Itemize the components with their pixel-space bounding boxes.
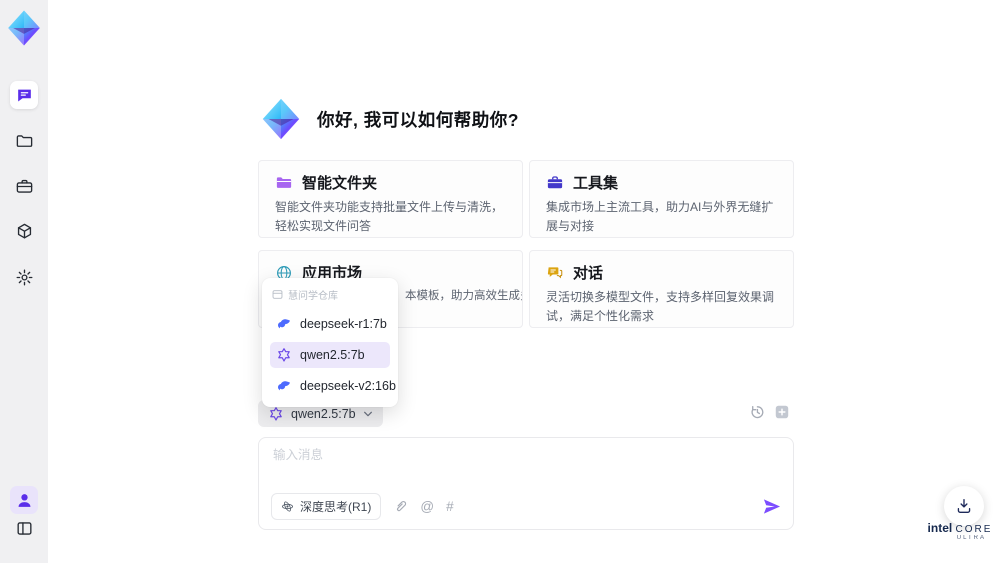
download-icon [957, 499, 971, 513]
chevron-down-icon [363, 411, 372, 416]
deep-think-label: 深度思考(R1) [300, 500, 372, 514]
chat-bubble-icon [547, 266, 563, 278]
deepseek-logo [277, 319, 290, 329]
card-title: 工具集 [573, 175, 619, 192]
model-option-deepseek-r1[interactable]: deepseek-r1:7b [270, 311, 390, 337]
panel-icon [16, 521, 32, 535]
hash-icon[interactable]: # [446, 500, 454, 514]
deep-think-toggle[interactable]: 深度思考(R1) [271, 493, 382, 520]
card-description: 集成市场上主流工具，助力AI与外界无缝扩展与对接 [546, 200, 774, 233]
send-icon [763, 499, 781, 514]
card-toolset[interactable]: 工具集 集成市场上主流工具，助力AI与外界无缝扩展与对接 [529, 160, 794, 238]
model-dropdown: 慧问学仓库 deepseek-r1:7b qwen2.5:7b deepseek… [262, 278, 398, 407]
model-option-qwen[interactable]: qwen2.5:7b [270, 342, 390, 368]
composer-toolbar: 深度思考(R1) @ # [271, 493, 781, 520]
card-description: 智能文件夹功能支持批量文件上传与清洗，轻松实现文件问答 [275, 200, 504, 233]
model-option-label: deepseek-v2:16b [300, 379, 396, 393]
ultra-label: ULTRA [956, 535, 986, 541]
sidebar-item-collapse[interactable] [10, 514, 38, 542]
cube-icon [17, 223, 31, 239]
send-button[interactable] [762, 497, 781, 516]
app-logo-icon [8, 10, 40, 46]
core-wordmark: CORE [955, 524, 993, 535]
message-composer: 深度思考(R1) @ # [258, 437, 794, 530]
model-repo-header: 慧问学仓库 [270, 284, 390, 306]
sidebar-item-account[interactable] [10, 486, 38, 514]
card-dialogue[interactable]: 对话 灵活切换多模型文件，支持多样回复效果调试，满足个性化需求 [529, 250, 794, 328]
atom-icon [282, 501, 293, 512]
sidebar-item-toolset[interactable] [10, 172, 38, 200]
gear-icon [16, 269, 32, 285]
chat-icon [17, 89, 31, 101]
intel-wordmark: intel [927, 521, 953, 535]
user-icon [18, 493, 30, 507]
sidebar-item-settings[interactable] [10, 263, 38, 291]
qwen-logo [278, 348, 290, 362]
model-option-label: deepseek-r1:7b [300, 317, 387, 331]
qwen-logo [270, 406, 282, 421]
briefcase-icon [547, 175, 563, 188]
intel-core-logo: intel CORE ULTRA [926, 521, 994, 541]
deepseek-logo [277, 381, 290, 391]
card-description-fragment: 本模板，助力高效生成多 [405, 290, 523, 302]
at-icon[interactable]: @ [420, 500, 434, 514]
sidebar-item-folders[interactable] [10, 127, 38, 155]
sidebar-item-chat[interactable] [10, 81, 38, 109]
message-input[interactable] [273, 448, 753, 462]
history-icon[interactable] [749, 404, 765, 420]
new-chat-icon[interactable] [774, 404, 790, 420]
download-button[interactable] [944, 486, 984, 526]
card-title: 智能文件夹 [302, 175, 378, 192]
model-option-label: qwen2.5:7b [300, 348, 365, 362]
app-logo-icon [262, 98, 300, 140]
greeting-text: 你好, 我可以如何帮助你? [317, 109, 519, 130]
sidebar-item-models[interactable] [10, 217, 38, 245]
paperclip-icon[interactable] [393, 499, 408, 514]
card-title: 对话 [573, 265, 604, 282]
sidebar [0, 0, 48, 563]
conversation-actions [749, 404, 790, 420]
card-smart-folder[interactable]: 智能文件夹 智能文件夹功能支持批量文件上传与清洗，轻松实现文件问答 [258, 160, 523, 238]
greeting: 你好, 我可以如何帮助你? [258, 96, 519, 142]
folder-icon [276, 176, 292, 188]
folder-icon [16, 134, 32, 147]
briefcase-icon [16, 179, 32, 193]
card-description: 灵活切换多模型文件，支持多样回复效果调试，满足个性化需求 [546, 290, 775, 323]
repository-icon [272, 290, 283, 299]
model-selector-value: qwen2.5:7b [291, 406, 356, 421]
model-repo-label: 慧问学仓库 [288, 291, 338, 302]
model-option-deepseek-v2[interactable]: deepseek-v2:16b [270, 373, 396, 399]
